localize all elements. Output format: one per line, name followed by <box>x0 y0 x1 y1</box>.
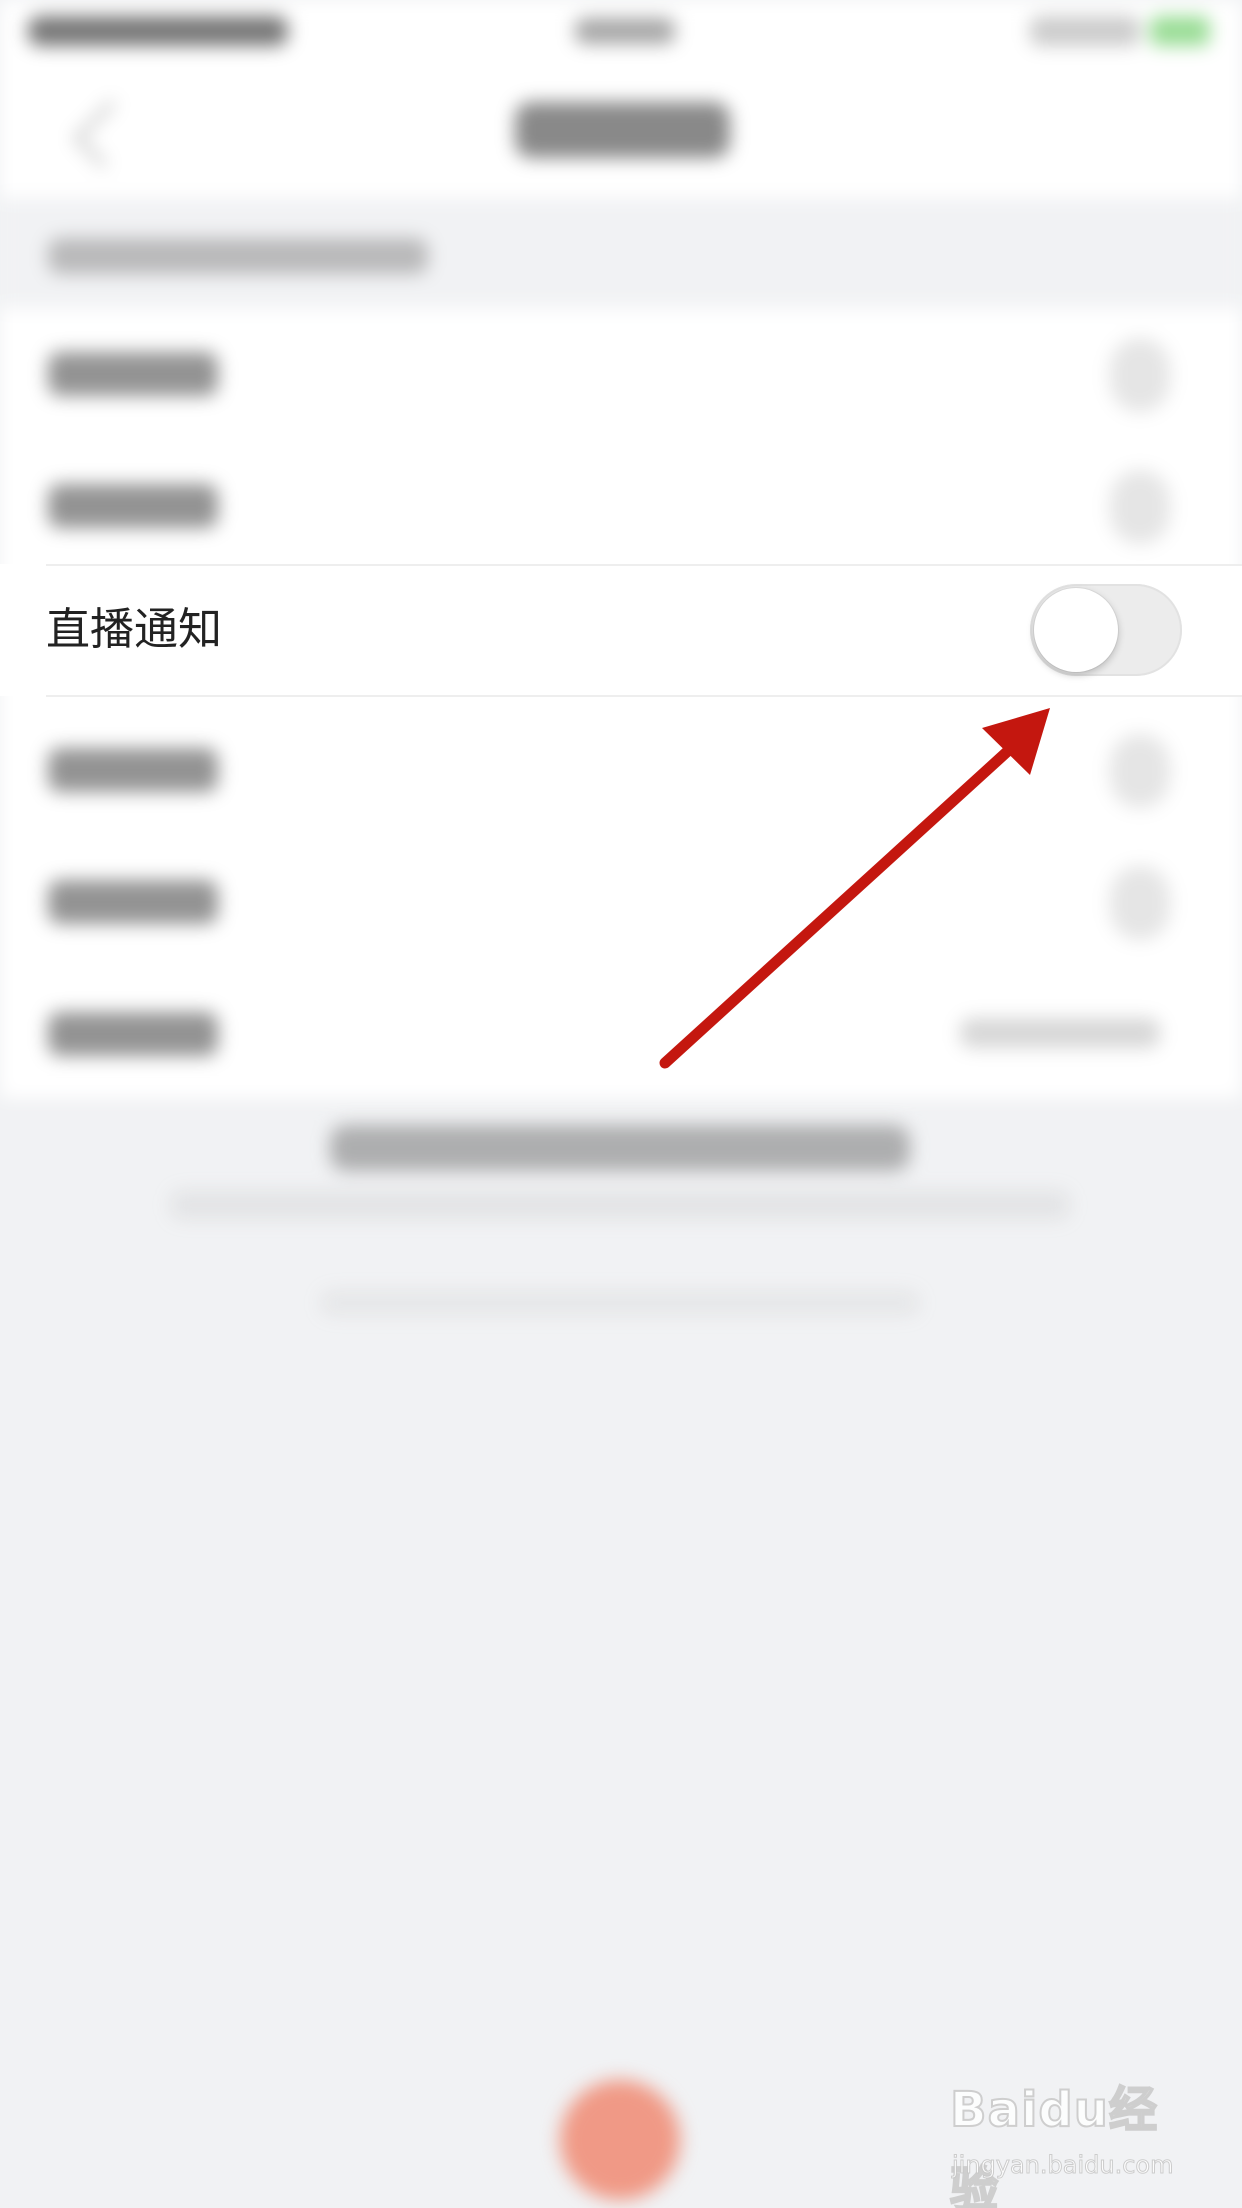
settings-row-blurred[interactable] <box>0 308 1242 440</box>
row-control-blurred[interactable] <box>1110 734 1170 808</box>
settings-row-blurred[interactable] <box>0 704 1242 836</box>
row-control-blurred[interactable] <box>1110 866 1170 940</box>
section-header-text-blurred <box>48 238 428 274</box>
section-header <box>0 198 1242 308</box>
settings-row-blurred[interactable] <box>0 440 1242 572</box>
status-indicators-blurred <box>1030 16 1140 46</box>
battery-icon <box>1150 16 1210 46</box>
baidu-jingyan-watermark: Baidu经验 jingyan.baidu.com <box>949 2070 1200 2208</box>
row-value-blurred <box>960 1018 1160 1048</box>
settings-row-blurred[interactable] <box>0 836 1242 968</box>
footer-note-blurred <box>170 1190 1070 1220</box>
footer-note-blurred <box>330 1125 910 1171</box>
blurred-background <box>0 0 1242 2208</box>
status-time-blurred <box>575 18 675 44</box>
divider <box>46 564 1242 566</box>
row-control-blurred[interactable] <box>1110 338 1170 412</box>
live-notification-label: 直播通知 <box>46 604 222 655</box>
navigation-bar <box>0 62 1242 198</box>
watermark-logo: Baidu经验 <box>949 2081 1158 2208</box>
live-notification-toggle[interactable] <box>1030 584 1182 676</box>
bottom-action-button[interactable] <box>560 2080 680 2200</box>
notification-settings-screen: 直播通知 Baidu经验 jingyan.baidu.com <box>0 0 1242 2208</box>
row-label-blurred <box>48 748 218 792</box>
status-carrier-blurred <box>28 16 288 46</box>
status-bar <box>0 0 1242 62</box>
row-label-blurred <box>48 1012 218 1056</box>
divider <box>46 695 1242 697</box>
row-label-blurred <box>48 880 218 924</box>
row-label-blurred <box>48 352 218 396</box>
page-title-blurred <box>515 102 730 158</box>
settings-row-blurred[interactable] <box>0 968 1242 1100</box>
row-label-blurred <box>48 484 218 528</box>
back-arrow-icon[interactable] <box>73 100 141 168</box>
watermark-url: jingyan.baidu.com <box>951 2151 1174 2180</box>
toggle-knob <box>1034 588 1118 672</box>
footer-note-blurred <box>320 1290 920 1316</box>
settings-row-live-notification[interactable]: 直播通知 <box>0 564 1242 697</box>
row-control-blurred[interactable] <box>1110 470 1170 544</box>
settings-list <box>0 308 1242 1098</box>
